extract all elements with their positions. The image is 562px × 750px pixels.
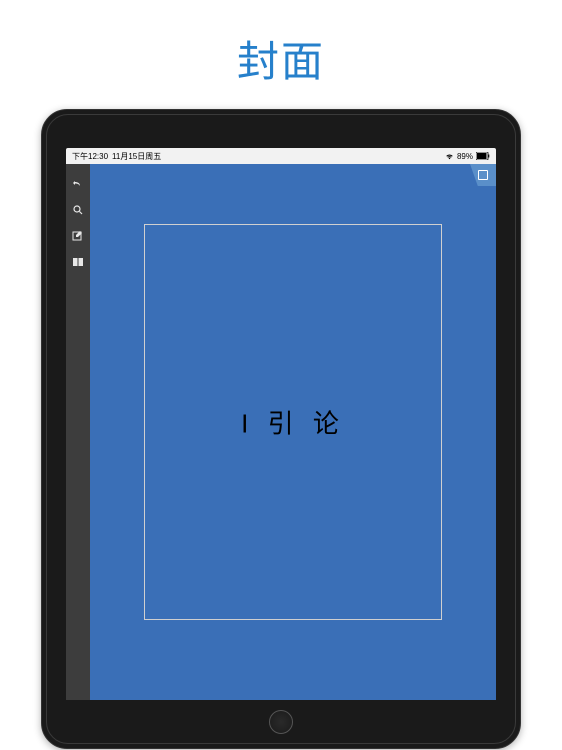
- layout-icon[interactable]: [72, 256, 84, 268]
- status-time: 下午12:30: [72, 151, 108, 162]
- sidebar-toolbar: [66, 164, 90, 700]
- wifi-icon: [445, 152, 454, 161]
- undo-icon[interactable]: [72, 178, 84, 190]
- search-icon[interactable]: [72, 204, 84, 216]
- bookmark-tab[interactable]: [470, 164, 496, 186]
- document-page-frame: I 引 论: [144, 224, 442, 620]
- status-bar: 下午12:30 11月15日周五 89%: [66, 148, 496, 164]
- tablet-screen: I 引 论: [66, 164, 496, 700]
- document-content-area: I 引 论: [90, 164, 496, 700]
- battery-percent: 89%: [457, 152, 473, 161]
- battery-icon: [476, 152, 490, 160]
- status-bar-left: 下午12:30 11月15日周五: [72, 151, 161, 162]
- status-date: 11月15日周五: [112, 151, 161, 162]
- tablet-device-frame: 下午12:30 11月15日周五 89%: [41, 109, 521, 749]
- home-button[interactable]: [269, 710, 293, 734]
- edit-icon[interactable]: [72, 230, 84, 242]
- document-chapter-title: I 引 论: [241, 404, 345, 441]
- page-header-title: 封面: [0, 0, 562, 109]
- status-bar-right: 89%: [445, 152, 490, 161]
